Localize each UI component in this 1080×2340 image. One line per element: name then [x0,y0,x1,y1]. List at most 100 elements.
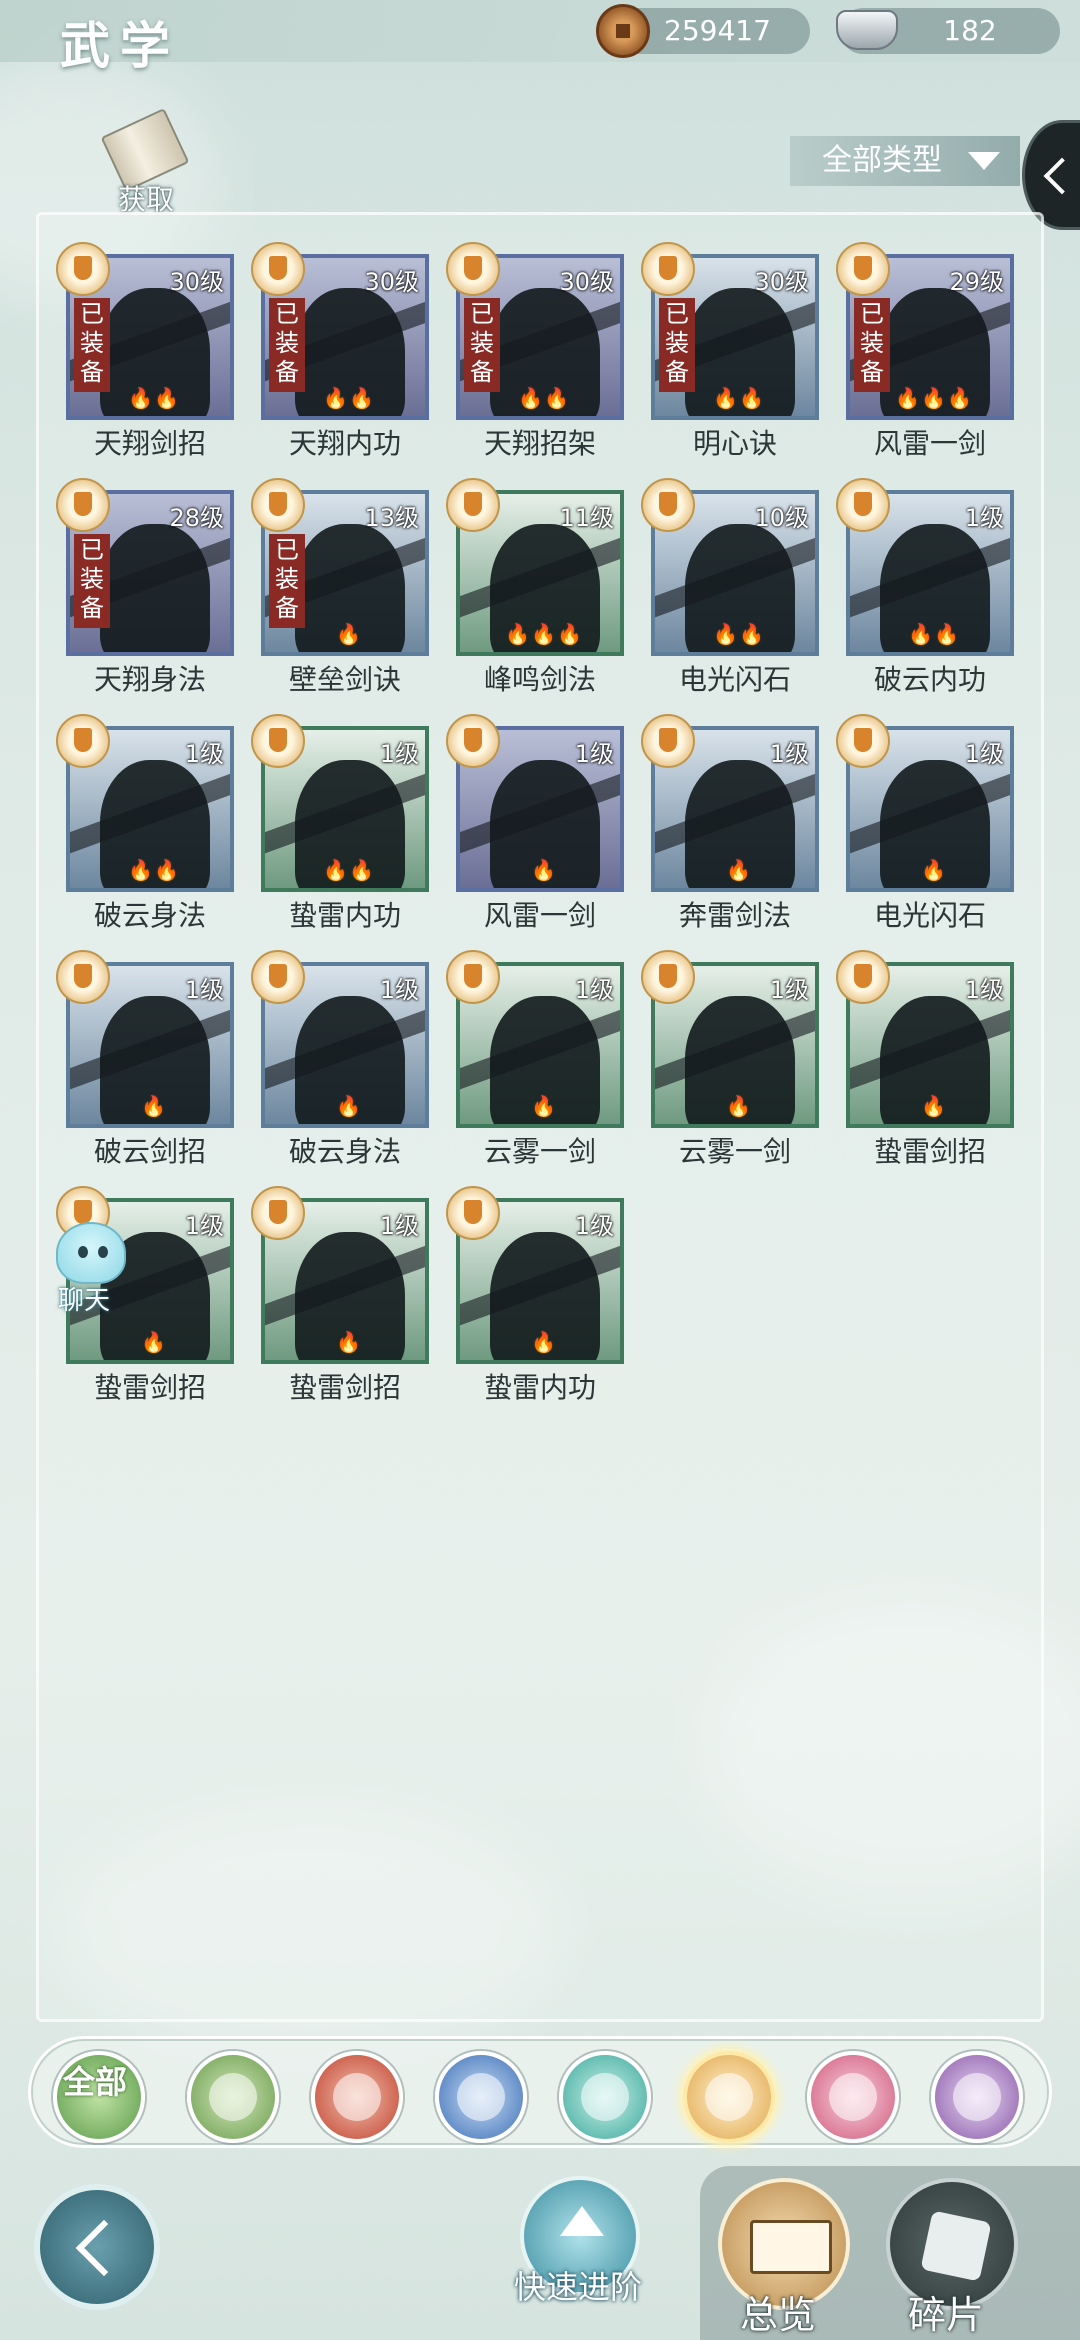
skill-card[interactable]: 1级 🔥 电光闪石 [836,714,1014,932]
skill-name: 蛰雷内功 [288,899,401,932]
skill-name: 风雷一剑 [873,427,986,460]
type-filter-dropdown[interactable]: 全部类型 [790,136,1020,186]
skill-level: 1级 [769,740,809,768]
skill-name: 蛰雷剑招 [93,1371,206,1404]
flame-rank-icons: 🔥🔥 [908,622,960,646]
skill-name: 电光闪石 [873,899,986,932]
fragments-label[interactable]: 碎片 [908,2284,984,2339]
skill-card[interactable]: 1级 🔥 奔雷剑法 [641,714,819,932]
flame-rank-icons: 🔥 [141,1330,167,1354]
skill-name: 电光闪石 [678,663,791,696]
skill-card[interactable]: 10级 🔥🔥 电光闪石 [641,478,819,696]
silver-amount: 182 [943,14,997,47]
back-button[interactable] [34,2184,160,2310]
shield-icon [705,2073,753,2121]
skill-level: 30级 [364,268,419,296]
flame-rank-icons: 🔥 [531,1330,557,1354]
skill-card[interactable]: 1级 🔥🔥 破云身法 [56,714,234,932]
wave-icon [457,2073,505,2121]
skill-card[interactable]: 1级 🔥 蛰雷剑招 [836,950,1014,1168]
skill-type-badge-icon [251,1186,305,1240]
skill-card[interactable]: 1级 🔥🔥 蛰雷内功 [251,714,429,932]
skill-name: 云雾一剑 [483,1135,596,1168]
flame-rank-icons: 🔥 [336,1330,362,1354]
category-all[interactable]: 全部 [53,2051,145,2143]
flame-rank-icons: 🔥🔥 [518,386,570,410]
category-all-label: 全部 [63,2063,128,2101]
category-filter-bar: 全部 [28,2036,1052,2148]
skill-level: 13级 [364,504,419,532]
skill-name: 天翔剑招 [93,427,206,460]
category-butterfly[interactable] [559,2051,651,2143]
overview-label[interactable]: 总览 [740,2284,816,2339]
obtain-button[interactable]: 获取 [100,108,190,216]
skill-card[interactable]: 1级 🔥 风雷一剑 [446,714,624,932]
flame-rank-icons: 🔥 [141,1094,167,1118]
skill-card[interactable]: 1级 🔥 蛰雷内功 [446,1186,624,1404]
chat-label: 聊天 [58,1286,111,1316]
category-rose[interactable] [931,2051,1023,2143]
skill-card[interactable]: 29级 已装备 🔥🔥🔥 风雷一剑 [836,242,1014,460]
skill-card[interactable]: 13级 已装备 🔥 壁垒剑诀 [251,478,429,696]
skill-level: 1级 [964,976,1004,1004]
copper-currency[interactable]: 259417 [596,4,810,58]
skill-level: 28级 [169,504,224,532]
skill-level: 1级 [184,976,224,1004]
skill-name: 破云身法 [288,1135,401,1168]
skill-type-badge-icon [56,242,110,296]
skill-card[interactable]: 30级 已装备 🔥🔥 天翔招架 [446,242,624,460]
skill-level: 30级 [754,268,809,296]
flame-rank-icons: 🔥 [531,1094,557,1118]
skill-type-badge-icon [446,950,500,1004]
skill-card[interactable]: 1级 🔥 破云身法 [251,950,429,1168]
skill-type-badge-icon [836,950,890,1004]
skill-level: 10级 [754,504,809,532]
chat-mascot-icon [56,1222,126,1284]
silver-currency[interactable]: 182 [836,8,1060,54]
skill-type-badge-icon [56,714,110,768]
skill-type-badge-icon [251,478,305,532]
skill-type-badge-icon [641,242,695,296]
fire-icon [333,2073,381,2121]
category-sword[interactable] [187,2051,279,2143]
flame-rank-icons: 🔥 [336,622,362,646]
flame-rank-icons: 🔥🔥 [323,386,375,410]
skill-type-badge-icon [251,242,305,296]
skill-card[interactable]: 1级 🔥 蛰雷剑招 [251,1186,429,1404]
skill-card[interactable]: 11级 🔥🔥🔥 峰鸣剑法 [446,478,624,696]
flame-rank-icons: 🔥🔥🔥 [505,622,583,646]
category-shield[interactable] [683,2051,775,2143]
skill-type-badge-icon [56,478,110,532]
skill-card[interactable]: 28级 已装备 天翔身法 [56,478,234,696]
skill-card[interactable]: 1级 🔥 破云剑招 [56,950,234,1168]
skill-card[interactable]: 1级 🔥🔥 破云内功 [836,478,1014,696]
skill-card[interactable]: 30级 已装备 🔥🔥 明心诀 [641,242,819,460]
skill-card[interactable]: 30级 已装备 🔥🔥 天翔内功 [251,242,429,460]
skill-level: 29级 [949,268,1004,296]
skill-name: 蛰雷内功 [483,1371,596,1404]
skill-type-badge-icon [56,950,110,1004]
skill-card[interactable]: 1级 🔥 云雾一剑 [641,950,819,1168]
skill-level: 1级 [379,976,419,1004]
chat-button[interactable]: 聊天 [44,1222,134,1322]
skill-card[interactable]: 30级 已装备 🔥🔥 天翔剑招 [56,242,234,460]
copper-coin-icon [596,4,650,58]
skill-name: 云雾一剑 [678,1135,791,1168]
category-fire[interactable] [311,2051,403,2143]
skill-card[interactable]: 1级 🔥 云雾一剑 [446,950,624,1168]
skill-type-badge-icon [251,950,305,1004]
sword-icon [209,2073,257,2121]
skill-type-badge-icon [251,714,305,768]
skill-name: 破云内功 [873,663,986,696]
equipped-tag: 已装备 [854,298,890,392]
skill-name: 天翔内功 [288,427,401,460]
equipped-tag: 已装备 [74,534,110,628]
skill-level: 30级 [169,268,224,296]
flame-rank-icons: 🔥🔥 [128,858,180,882]
skill-type-badge-icon [836,242,890,296]
flame-rank-icons: 🔥 [726,1094,752,1118]
skill-name: 天翔招架 [483,427,596,460]
category-wave[interactable] [435,2051,527,2143]
category-moon[interactable] [807,2051,899,2143]
flame-rank-icons: 🔥🔥 [323,858,375,882]
